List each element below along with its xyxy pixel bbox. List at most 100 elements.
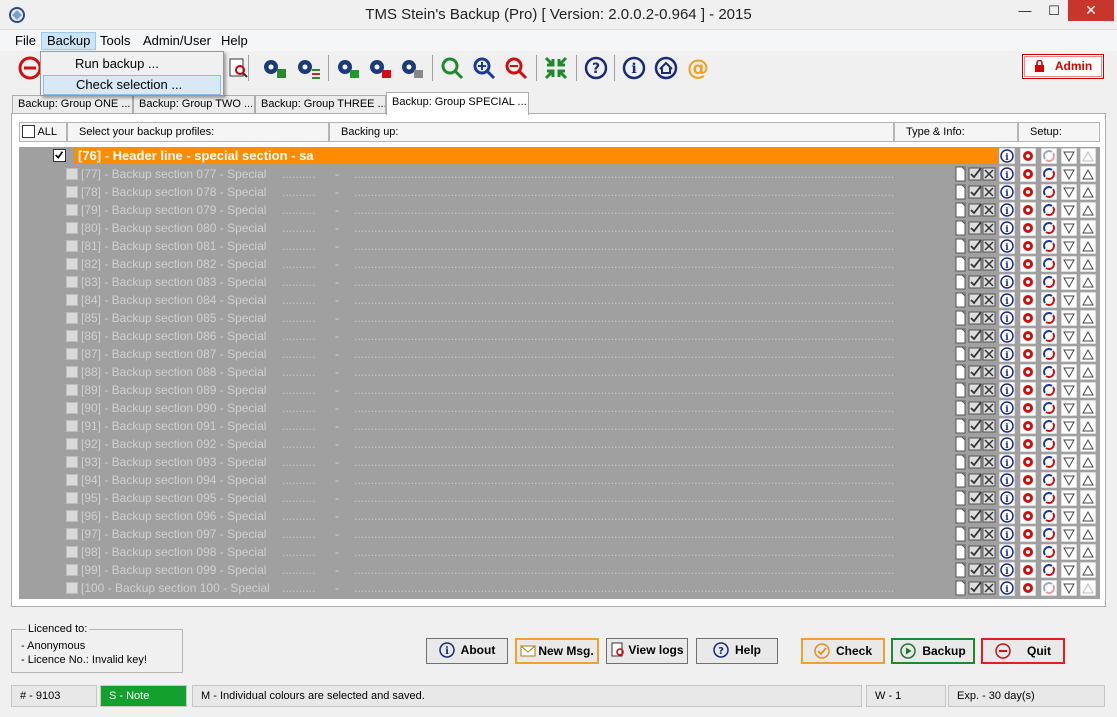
swap-icon[interactable] — [1041, 166, 1057, 182]
zoom-in-icon[interactable] — [470, 54, 498, 82]
gear-lock-green-icon[interactable] — [334, 54, 362, 82]
table-row[interactable]: [99] - Backup section 099 - Special.....… — [19, 561, 1100, 579]
row-checkbox[interactable] — [66, 474, 78, 486]
swap-icon[interactable] — [1041, 346, 1057, 362]
info-icon[interactable]: i — [999, 562, 1015, 578]
swap-icon[interactable] — [1041, 292, 1057, 308]
crossed-box-icon[interactable] — [982, 256, 998, 272]
crossed-box-icon[interactable] — [982, 220, 998, 236]
crossed-box-icon[interactable] — [982, 166, 998, 182]
move-up-icon[interactable] — [1080, 292, 1096, 308]
move-down-icon[interactable] — [1061, 202, 1077, 218]
swap-icon[interactable] — [1041, 400, 1057, 416]
info-icon[interactable]: i — [999, 166, 1015, 182]
crossed-box-icon[interactable] — [982, 238, 998, 254]
admin-button[interactable]: Admin — [1022, 54, 1104, 79]
swap-icon[interactable] — [1041, 562, 1057, 578]
move-up-icon[interactable] — [1080, 508, 1096, 524]
help-icon[interactable]: ? — [582, 54, 610, 82]
gear-icon[interactable] — [1020, 202, 1036, 218]
gear-icon[interactable] — [1020, 382, 1036, 398]
swap-icon[interactable] — [1041, 580, 1057, 596]
row-checkbox[interactable] — [66, 492, 78, 504]
table-row[interactable]: [98] - Backup section 098 - Special.....… — [19, 543, 1100, 561]
info-icon[interactable]: i — [999, 454, 1015, 470]
move-up-icon[interactable] — [1080, 238, 1096, 254]
info-icon[interactable]: i — [999, 490, 1015, 506]
table-row[interactable]: [82] - Backup section 082 - Special.....… — [19, 255, 1100, 273]
row-checkbox[interactable] — [66, 402, 78, 414]
move-down-icon[interactable] — [1061, 400, 1077, 416]
doc-icon[interactable] — [953, 364, 969, 380]
crossed-box-icon[interactable] — [982, 436, 998, 452]
info-icon[interactable]: i — [999, 202, 1015, 218]
doc-icon[interactable] — [953, 562, 969, 578]
email-at-icon[interactable]: @ — [684, 54, 712, 82]
menu-check-selection[interactable]: Check selection ... — [43, 75, 221, 95]
doc-icon[interactable] — [953, 202, 969, 218]
check-button[interactable]: Check — [801, 638, 885, 664]
table-row[interactable]: [91] - Backup section 091 - Special.....… — [19, 417, 1100, 435]
table-row[interactable]: [97] - Backup section 097 - Special.....… — [19, 525, 1100, 543]
info-icon[interactable]: i — [999, 436, 1015, 452]
close-button[interactable]: ✕ — [1068, 0, 1114, 21]
move-up-icon[interactable] — [1080, 382, 1096, 398]
doc-icon[interactable] — [953, 490, 969, 506]
table-row[interactable]: [90] - Backup section 090 - Special.....… — [19, 399, 1100, 417]
table-row[interactable]: [80] - Backup section 080 - Special.....… — [19, 219, 1100, 237]
gear-icon[interactable] — [1020, 418, 1036, 434]
move-down-icon[interactable] — [1061, 436, 1077, 452]
all-checkbox[interactable] — [22, 125, 35, 138]
crossed-box-icon[interactable] — [982, 274, 998, 290]
gear-icon[interactable] — [1020, 400, 1036, 416]
tab-group-one[interactable]: Backup: Group ONE ... — [12, 95, 133, 114]
doc-icon[interactable] — [953, 166, 969, 182]
info-icon[interactable]: i — [999, 346, 1015, 362]
maximize-button[interactable]: ☐ — [1040, 0, 1068, 21]
swap-icon[interactable] — [1041, 328, 1057, 344]
row-checkbox[interactable] — [66, 294, 78, 306]
doc-icon[interactable] — [953, 580, 969, 596]
move-down-icon[interactable] — [1061, 364, 1077, 380]
move-up-icon[interactable] — [1080, 544, 1096, 560]
gear-lock-red-icon[interactable] — [366, 54, 394, 82]
row-checkbox[interactable] — [66, 258, 78, 270]
move-down-icon[interactable] — [1061, 166, 1077, 182]
table-row[interactable]: [100 - Backup section 100 - Special.....… — [19, 579, 1100, 597]
move-up-icon[interactable] — [1080, 310, 1096, 326]
info-icon[interactable]: i — [999, 328, 1015, 344]
gear-lock-grey-icon[interactable] — [398, 54, 426, 82]
move-down-icon[interactable] — [1061, 274, 1077, 290]
tab-group-three[interactable]: Backup: Group THREE ... — [255, 95, 386, 114]
crossed-box-icon[interactable] — [982, 418, 998, 434]
swap-icon[interactable] — [1041, 436, 1057, 452]
row-checkbox[interactable] — [66, 240, 78, 252]
gear-icon[interactable] — [1020, 364, 1036, 380]
info-icon[interactable]: i — [999, 292, 1015, 308]
table-row[interactable]: [88] - Backup section 088 - Special.....… — [19, 363, 1100, 381]
gear-icon[interactable] — [1020, 328, 1036, 344]
move-up-icon[interactable] — [1080, 328, 1096, 344]
doc-icon[interactable] — [953, 436, 969, 452]
row-checkbox[interactable] — [66, 222, 78, 234]
table-row[interactable]: [77] - Backup section 077 - Special.....… — [19, 165, 1100, 183]
gear-icon[interactable] — [1020, 580, 1036, 596]
new-msg-button[interactable]: New Msg. — [515, 638, 599, 664]
row-checkbox[interactable] — [66, 438, 78, 450]
row-checkbox[interactable] — [66, 276, 78, 288]
swap-icon[interactable] — [1041, 202, 1057, 218]
row-checkbox[interactable] — [66, 420, 78, 432]
minimize-button[interactable]: — — [1010, 0, 1040, 21]
info-icon[interactable]: i — [620, 54, 648, 82]
table-row[interactable]: [78] - Backup section 078 - Special.....… — [19, 183, 1100, 201]
swap-icon[interactable] — [1041, 238, 1057, 254]
collapse-icon[interactable] — [542, 54, 570, 82]
swap-icon[interactable] — [1041, 490, 1057, 506]
crossed-box-icon[interactable] — [982, 490, 998, 506]
row-checkbox[interactable] — [66, 564, 78, 576]
row-checkbox[interactable] — [66, 312, 78, 324]
crossed-box-icon[interactable] — [982, 472, 998, 488]
swap-icon[interactable] — [1041, 526, 1057, 542]
backup-button[interactable]: Backup — [891, 638, 975, 664]
about-button[interactable]: i About — [426, 638, 508, 664]
